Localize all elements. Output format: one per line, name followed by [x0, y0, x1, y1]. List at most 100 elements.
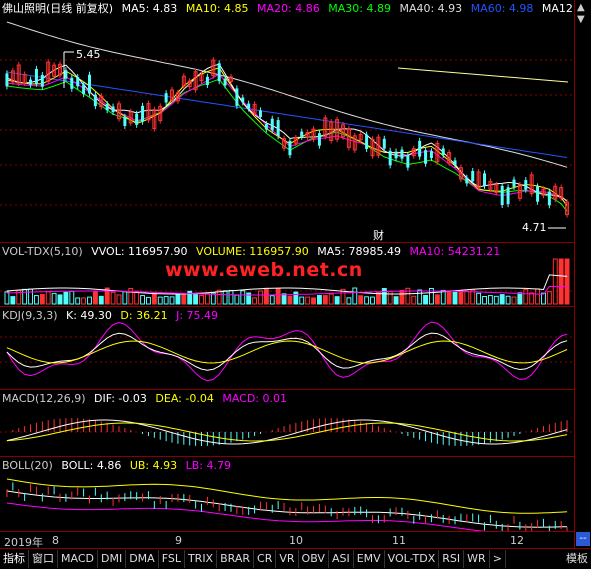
candle-body	[453, 160, 457, 165]
tab-window[interactable]: 窗口	[29, 550, 58, 568]
candle-body	[82, 84, 86, 95]
indicator-tab-bar: 指标 窗口 MACD DMI DMA FSL TRIX BRAR CR VR O…	[0, 548, 591, 569]
volume-bar	[151, 292, 157, 305]
kdj-pane[interactable]: KDJ(9,3,3) K: 49.30 D: 36.21 J: 75.49	[0, 306, 574, 389]
boll-pane[interactable]: BOLL(20) BOLL: 4.86 UB: 4.93 LB: 4.79	[0, 456, 574, 532]
volume-bar	[287, 295, 293, 305]
volume-bar	[228, 289, 234, 305]
candle-body	[471, 171, 475, 182]
volume-bar	[311, 297, 316, 305]
volume-bar	[204, 292, 210, 305]
volume-bar	[110, 291, 116, 305]
template-button[interactable]: 模板	[563, 550, 591, 568]
volume-bar	[411, 295, 417, 305]
collapse-button[interactable]: --	[576, 532, 590, 546]
candle-body	[365, 134, 369, 149]
tab-obv[interactable]: OBV	[299, 550, 329, 568]
volume-bar	[399, 289, 405, 305]
tab-cr[interactable]: CR	[254, 550, 277, 568]
candle-body	[506, 187, 510, 205]
tab-trix[interactable]: TRIX	[185, 550, 218, 568]
volume-bar	[423, 295, 428, 305]
tab-macd[interactable]: MACD	[58, 550, 98, 568]
volume-bar	[98, 295, 104, 305]
volume-bar	[116, 294, 122, 305]
tab-dma[interactable]: DMA	[126, 550, 159, 568]
candle-body	[34, 68, 38, 84]
macd-pane[interactable]: MACD(12,26,9) DIF: -0.03 DEA: -0.04 MACD…	[0, 389, 574, 456]
volume-bar	[252, 297, 258, 305]
tab-fsl[interactable]: FSL	[159, 550, 185, 568]
volume-bar	[523, 289, 529, 305]
candle-body	[418, 140, 422, 157]
volume-bar	[452, 291, 458, 305]
volume-bar	[305, 296, 311, 305]
boll-lb-line	[6, 502, 498, 532]
candlestick-chart	[0, 21, 574, 229]
volume-bar	[464, 290, 470, 305]
main-chart-pane[interactable]: 佛山照明(日线 前复权) MA5: 4.83 MA10: 4.85 MA20: …	[0, 0, 574, 243]
right-control-bar: ▲ ▼ --	[574, 0, 591, 548]
candle-body	[76, 77, 80, 87]
candle-body	[111, 106, 115, 113]
tab-more-arrow[interactable]: >	[490, 550, 506, 568]
tab-vol-tdx[interactable]: VOL-TDX	[385, 550, 440, 568]
volume-bar	[446, 290, 452, 305]
volume-bar	[529, 292, 535, 305]
volume-bar	[39, 294, 45, 305]
candle-body	[40, 74, 44, 87]
scroll-up-button[interactable]: ▲	[577, 2, 585, 13]
volume-bar	[163, 296, 169, 305]
volume-bar	[269, 295, 275, 305]
scroll-down-button[interactable]: ▼	[577, 14, 585, 25]
candle-body	[512, 179, 516, 187]
volume-bar	[505, 295, 511, 305]
volume-bar	[476, 292, 482, 305]
tab-wr[interactable]: WR	[464, 550, 490, 568]
volume-bar	[122, 291, 128, 305]
volume-bar	[10, 296, 16, 305]
candle-body	[276, 120, 280, 137]
tab-dmi[interactable]: DMI	[98, 550, 127, 568]
tab-asi[interactable]: ASI	[329, 550, 354, 568]
boll-ub-line	[6, 478, 568, 514]
volume-bar	[564, 258, 570, 305]
candle-body	[406, 155, 410, 168]
low-price-label: 4.71	[522, 221, 547, 234]
candle-body	[400, 149, 404, 159]
volume-bar	[134, 290, 140, 305]
kdj-lines	[0, 321, 574, 382]
volume-bar	[222, 290, 228, 305]
candle-body	[123, 116, 127, 126]
candle-body	[64, 70, 68, 79]
date-m10: 10	[289, 534, 303, 547]
tab-emv[interactable]: EMV	[354, 550, 385, 568]
candle-body	[536, 186, 540, 202]
candle-body	[29, 79, 33, 85]
tab-rsi[interactable]: RSI	[439, 550, 465, 568]
tab-indicator[interactable]: 指标	[0, 550, 29, 568]
volume-bar	[199, 294, 204, 305]
tab-brar[interactable]: BRAR	[217, 550, 255, 568]
volume-bar	[63, 291, 69, 305]
volume-bar	[434, 294, 440, 305]
volume-bar	[487, 295, 493, 305]
ma-segment-line	[397, 67, 569, 83]
volume-bar	[299, 296, 305, 305]
candle-body	[205, 76, 209, 85]
volume-bar	[352, 287, 358, 305]
finance-marker[interactable]: 财	[373, 227, 384, 243]
volume-bar	[57, 294, 63, 305]
volume-bar	[316, 295, 322, 305]
volume-bar	[157, 296, 163, 305]
volume-bar	[552, 258, 558, 305]
tab-vr[interactable]: VR	[276, 550, 299, 568]
candle-body	[382, 138, 386, 149]
volume-bar	[193, 292, 199, 305]
macd-histogram	[0, 418, 574, 446]
volume-bar	[358, 295, 364, 305]
volume-bar	[328, 293, 334, 305]
candle-body	[235, 88, 239, 106]
candle-body	[258, 110, 262, 117]
candle-body	[394, 151, 398, 159]
